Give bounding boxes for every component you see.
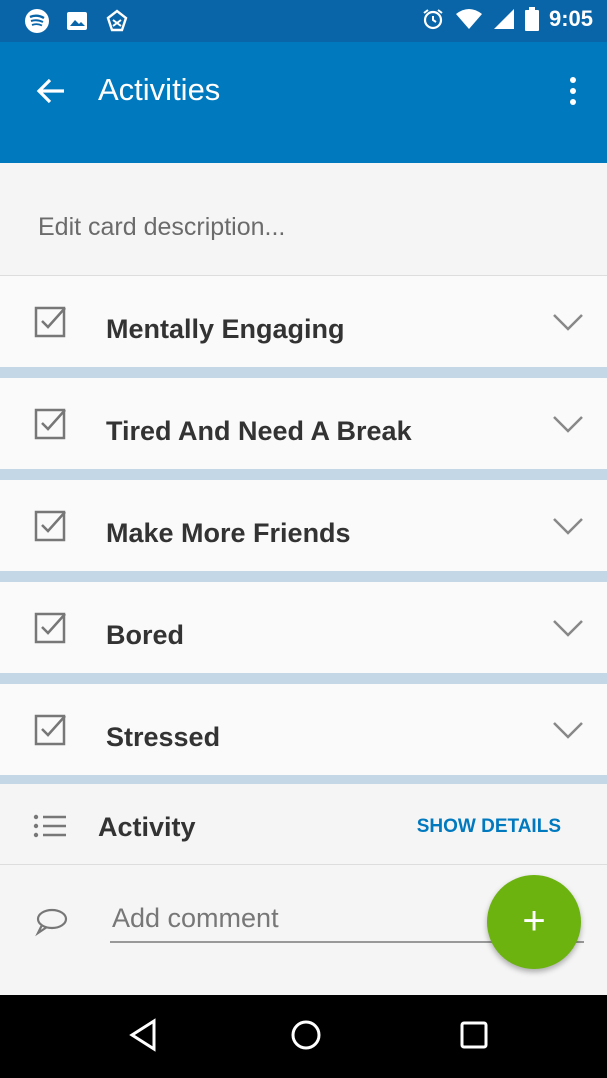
back-nav-icon[interactable] bbox=[124, 1015, 164, 1055]
battery-icon bbox=[524, 7, 539, 31]
chevron-down-icon[interactable] bbox=[552, 516, 584, 536]
signal-icon bbox=[493, 9, 514, 29]
activity-header: Activity SHOW DETAILS bbox=[0, 784, 607, 865]
checklist-item-label: Make More Friends bbox=[106, 518, 351, 548]
chevron-down-icon[interactable] bbox=[552, 312, 584, 332]
more-vert-icon[interactable] bbox=[563, 76, 583, 106]
card-description-field[interactable]: Edit card description... bbox=[0, 163, 607, 276]
plus-icon: + bbox=[522, 899, 546, 943]
recents-nav-icon[interactable] bbox=[454, 1015, 494, 1055]
activity-label: Activity bbox=[98, 812, 196, 842]
checklist-item[interactable]: Mentally Engaging bbox=[0, 276, 607, 378]
checklist-item-label: Stressed bbox=[106, 722, 221, 752]
wifi-icon bbox=[455, 9, 482, 29]
checklist-item[interactable]: Bored bbox=[0, 582, 607, 684]
checklist-item[interactable]: Stressed bbox=[0, 684, 607, 786]
spotify-icon bbox=[25, 9, 49, 33]
chevron-down-icon[interactable] bbox=[552, 720, 584, 740]
description-placeholder: Edit card description... bbox=[38, 213, 286, 241]
checkbox-icon[interactable] bbox=[34, 610, 68, 644]
wireless-sync-icon bbox=[106, 9, 128, 32]
checklist-item[interactable]: Tired And Need A Break bbox=[0, 378, 607, 480]
checkbox-icon[interactable] bbox=[34, 406, 68, 440]
checkbox-icon[interactable] bbox=[34, 712, 68, 746]
status-right-icons: 9:05 bbox=[421, 6, 593, 32]
alarm-icon bbox=[423, 9, 443, 30]
comment-bubble-icon bbox=[35, 908, 68, 937]
home-nav-icon[interactable] bbox=[286, 1015, 326, 1055]
status-left-icons bbox=[24, 8, 130, 34]
show-details-button[interactable]: SHOW DETAILS bbox=[417, 816, 561, 838]
checklist-item[interactable]: Make More Friends bbox=[0, 480, 607, 582]
status-time: 9:05 bbox=[548, 6, 593, 31]
image-icon bbox=[67, 12, 87, 30]
checklist-item-label: Mentally Engaging bbox=[106, 314, 345, 344]
chevron-down-icon[interactable] bbox=[552, 618, 584, 638]
checkbox-icon[interactable] bbox=[34, 304, 68, 338]
checklist-item-label: Tired And Need A Break bbox=[106, 416, 412, 446]
system-nav-bar bbox=[0, 995, 607, 1078]
chevron-down-icon[interactable] bbox=[552, 414, 584, 434]
checklist-item-label: Bored bbox=[106, 620, 185, 650]
page-title: Activities bbox=[98, 72, 221, 107]
status-bar: 9:05 bbox=[0, 0, 607, 42]
back-arrow-icon[interactable] bbox=[34, 74, 68, 108]
app-bar: Activities bbox=[0, 42, 607, 163]
checklist-list: Mentally Engaging Tired And Need A Break… bbox=[0, 276, 607, 786]
list-icon bbox=[33, 814, 66, 838]
checkbox-icon[interactable] bbox=[34, 508, 68, 542]
add-fab-button[interactable]: + bbox=[487, 875, 581, 969]
